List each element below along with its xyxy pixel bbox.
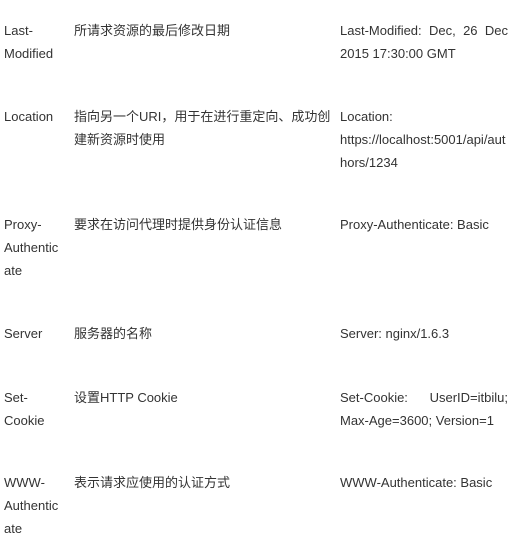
- header-name: Last- Modified: [4, 23, 54, 61]
- header-example: Location: https://localhost:5001/api/aut…: [340, 109, 506, 170]
- header-description: 要求在访问代理时提供身份认证信息: [74, 217, 283, 232]
- header-example: Proxy-Authenticate: Basic: [340, 217, 489, 232]
- header-description: 表示请求应使用的认证方式: [74, 475, 231, 490]
- header-example: Server: nginx/1.6.3: [340, 326, 450, 341]
- header-name: Server: [4, 326, 43, 341]
- header-example: Set-Cookie: UserID=itbilu; Max-Age=3600;…: [340, 390, 508, 428]
- header-example: WWW-Authenticate: Basic: [340, 475, 493, 490]
- header-name: Proxy-Authenticate: [4, 217, 59, 278]
- header-description: 所请求资源的最后修改日期: [74, 23, 231, 38]
- header-name: Location: [4, 109, 54, 124]
- header-description: 服务器的名称: [74, 326, 153, 341]
- header-description: 设置HTTP Cookie: [74, 390, 178, 405]
- header-description: 指向另一个URI，用于在进行重定向、成功创建新资源时使用: [74, 109, 331, 147]
- http-headers-table: Last- Modified 所请求资源的最后修改日期 Last-Modifie…: [0, 0, 509, 546]
- header-example: Last-Modified: Dec, 26 Dec 2015 17:30:00…: [340, 23, 508, 61]
- header-name: WWW-Authenticate: [4, 475, 59, 536]
- header-name: Set-Cookie: [4, 390, 45, 428]
